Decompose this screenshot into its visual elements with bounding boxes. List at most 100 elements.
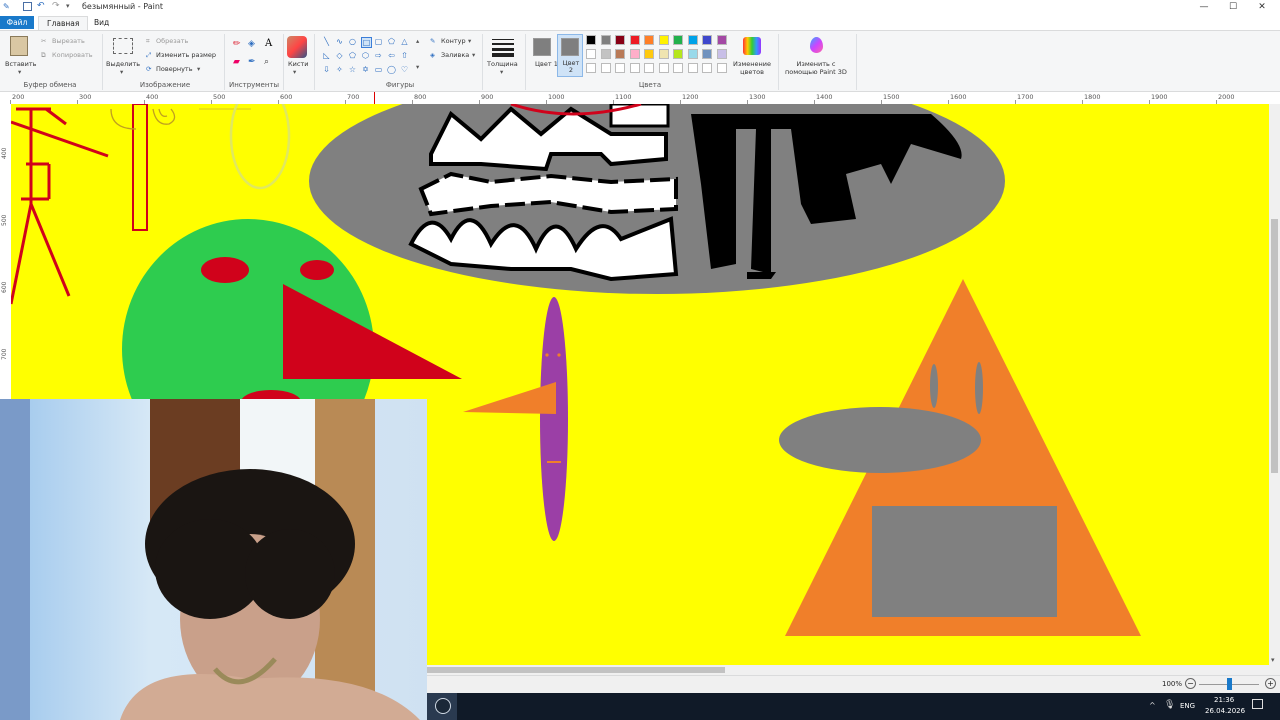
vertical-scroll-thumb[interactable] xyxy=(1271,219,1278,473)
size-icon[interactable] xyxy=(492,39,514,57)
palette-swatch[interactable] xyxy=(702,35,712,45)
up-arrow-shape-icon[interactable]: ⇧ xyxy=(400,51,409,60)
palette-swatch[interactable] xyxy=(586,49,596,59)
paste-icon[interactable] xyxy=(10,36,28,56)
undo-icon[interactable]: ↶ xyxy=(37,2,46,11)
color1-swatch[interactable] xyxy=(533,38,551,56)
color2-swatch[interactable] xyxy=(561,38,579,56)
left-arrow-shape-icon[interactable]: ⇦ xyxy=(387,51,396,60)
diamond-shape-icon[interactable]: ◇ xyxy=(335,51,344,60)
palette-swatch[interactable] xyxy=(716,49,727,59)
palette-swatch-empty[interactable] xyxy=(658,63,669,73)
zoom-out-icon[interactable]: − xyxy=(1185,678,1196,689)
clock-date[interactable]: 26.04.2026 xyxy=(1205,707,1245,715)
minimize-button[interactable]: — xyxy=(1197,1,1211,13)
size-button[interactable]: Толщина xyxy=(487,60,518,68)
right-arrow-shape-icon[interactable]: ⇨ xyxy=(374,51,383,60)
palette-swatch[interactable] xyxy=(615,35,625,45)
tab-view[interactable]: Вид xyxy=(86,16,117,29)
six-point-star-shape-icon[interactable]: ✡ xyxy=(361,65,370,74)
palette-swatch[interactable] xyxy=(658,35,669,45)
four-point-star-shape-icon[interactable]: ✧ xyxy=(335,65,344,74)
palette-swatch-empty[interactable] xyxy=(644,63,654,73)
palette-swatch[interactable] xyxy=(586,35,596,45)
pencil-icon[interactable]: ✏ xyxy=(233,39,241,49)
palette-swatch[interactable] xyxy=(687,49,698,59)
copy-button[interactable]: Копировать xyxy=(52,51,93,59)
palette-swatch-empty[interactable] xyxy=(687,63,698,73)
callout-oval-shape-icon[interactable]: ◯ xyxy=(387,65,396,74)
quick-access-dropdown-icon[interactable]: ▾ xyxy=(66,2,75,11)
pentagon-shape-icon[interactable]: ⬠ xyxy=(348,51,357,60)
crop-button[interactable]: Обрезать xyxy=(156,37,188,45)
resize-button[interactable]: Изменить размер xyxy=(156,51,216,59)
language-indicator[interactable]: ENG xyxy=(1180,702,1195,710)
oval-shape-icon[interactable]: ○ xyxy=(348,37,357,46)
callout-rect-shape-icon[interactable]: ▭ xyxy=(374,65,383,74)
palette-swatch[interactable] xyxy=(615,49,625,59)
rounded-rect-shape-icon[interactable]: ▢ xyxy=(374,37,383,46)
palette-swatch[interactable] xyxy=(673,49,683,59)
palette-swatch[interactable] xyxy=(629,35,640,45)
maximize-button[interactable]: ☐ xyxy=(1226,1,1240,13)
palette-swatch-empty[interactable] xyxy=(702,63,712,73)
curve-shape-icon[interactable]: ∿ xyxy=(335,37,344,46)
palette-swatch-empty[interactable] xyxy=(629,63,640,73)
palette-swatch[interactable] xyxy=(600,35,611,45)
outline-button[interactable]: Контур xyxy=(441,37,466,45)
color-palette[interactable] xyxy=(586,35,736,77)
palette-swatch-empty[interactable] xyxy=(673,63,683,73)
close-button[interactable]: ✕ xyxy=(1255,1,1269,13)
shapes-scroll-up-icon[interactable]: ▴ xyxy=(416,37,419,45)
shapes-gallery[interactable]: ╲ ∿ ○ □ ▢ ⬠ △ ◺ ◇ ⬠ ⬡ ⇨ ⇦ ⇧ ⇩ ✧ ☆ ✡ ▭ ◯ … xyxy=(320,36,420,78)
horizontal-scrollbar[interactable] xyxy=(427,665,1280,675)
edit-colors-button[interactable]: Изменение цветов xyxy=(732,60,772,76)
fill-bucket-icon[interactable]: ◈ xyxy=(248,39,255,49)
palette-swatch-empty[interactable] xyxy=(716,63,727,73)
redo-icon[interactable]: ↷ xyxy=(52,2,61,11)
triangle-shape-icon[interactable]: △ xyxy=(400,37,409,46)
color2-button[interactable]: Цвет 2 xyxy=(561,60,581,74)
notifications-icon[interactable] xyxy=(1252,699,1263,709)
tab-home[interactable]: Главная xyxy=(38,16,89,30)
paint3d-icon[interactable] xyxy=(810,37,823,53)
palette-swatch[interactable] xyxy=(629,49,640,59)
size-dropdown-icon[interactable]: ▾ xyxy=(500,68,503,76)
heart-shape-icon[interactable]: ♡ xyxy=(400,65,409,74)
shapes-scroll-down-icon[interactable]: ▾ xyxy=(416,63,419,71)
select-icon[interactable] xyxy=(113,38,133,54)
paste-button[interactable]: Вставить xyxy=(5,60,36,68)
edit-colors-icon[interactable] xyxy=(743,37,761,55)
steam-taskbar-button[interactable] xyxy=(427,693,457,720)
five-point-star-shape-icon[interactable]: ☆ xyxy=(348,65,357,74)
rectangle-shape-icon[interactable]: □ xyxy=(361,37,372,48)
tray-overflow-icon[interactable]: ^ xyxy=(1149,701,1156,710)
palette-swatch-empty[interactable] xyxy=(586,63,596,73)
text-tool-icon[interactable]: A xyxy=(265,38,272,49)
palette-swatch[interactable] xyxy=(716,35,727,45)
palette-swatch[interactable] xyxy=(644,49,654,59)
paste-dropdown-icon[interactable]: ▾ xyxy=(18,68,21,76)
zoom-in-icon[interactable]: + xyxy=(1265,678,1276,689)
microphone-icon[interactable]: 🎙 xyxy=(1164,700,1175,710)
fill-button[interactable]: Заливка xyxy=(441,51,469,59)
rotate-button[interactable]: Повернуть xyxy=(156,65,193,73)
brushes-button[interactable]: Кисти xyxy=(288,60,308,68)
fill-dropdown-icon[interactable]: ▾ xyxy=(472,51,475,59)
clock-time[interactable]: 21:36 xyxy=(1214,696,1234,704)
scroll-down-arrow-icon[interactable]: ▾ xyxy=(1271,656,1275,664)
palette-swatch[interactable] xyxy=(658,49,669,59)
color-picker-icon[interactable]: ✒ xyxy=(248,57,256,67)
palette-swatch-empty[interactable] xyxy=(615,63,625,73)
right-triangle-shape-icon[interactable]: ◺ xyxy=(322,51,331,60)
polygon-shape-icon[interactable]: ⬠ xyxy=(387,37,396,46)
outline-dropdown-icon[interactable]: ▾ xyxy=(468,37,471,45)
palette-swatch[interactable] xyxy=(600,49,611,59)
color1-button[interactable]: Цвет 1 xyxy=(535,60,558,68)
brushes-icon[interactable] xyxy=(287,36,307,58)
select-button[interactable]: Выделить xyxy=(106,60,140,68)
eraser-icon[interactable]: ▰ xyxy=(233,57,240,67)
zoom-slider-thumb[interactable] xyxy=(1227,678,1232,690)
palette-swatch[interactable] xyxy=(644,35,654,45)
down-arrow-shape-icon[interactable]: ⇩ xyxy=(322,65,331,74)
